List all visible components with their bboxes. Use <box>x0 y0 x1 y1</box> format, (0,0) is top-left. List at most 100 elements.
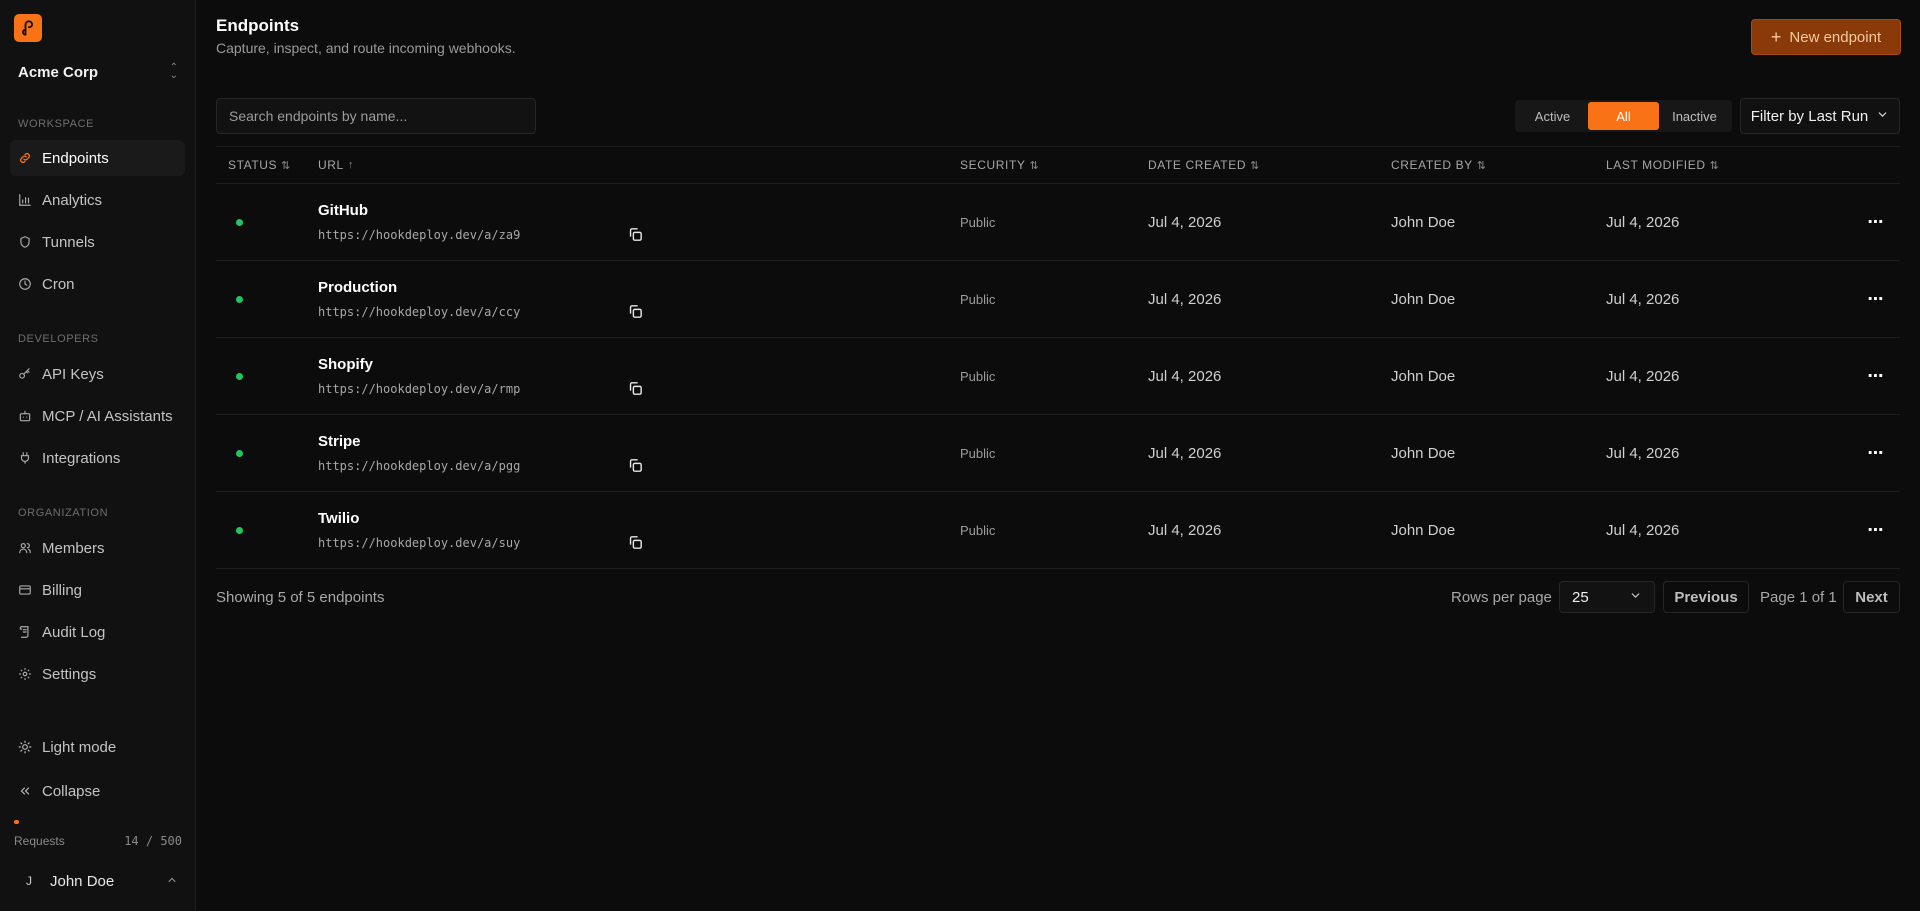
more-options-icon[interactable]: ⋯ <box>1864 443 1888 463</box>
status-active-dot <box>236 527 243 534</box>
segment-inactive[interactable]: Inactive <box>1659 102 1730 130</box>
last-modified-cell: Jul 4, 2026 <box>1606 214 1680 231</box>
showing-count: Showing 5 of 5 endpoints <box>216 589 385 606</box>
column-header-status[interactable]: STATUS ⇅ <box>228 158 291 172</box>
date-created-cell: Jul 4, 2026 <box>1148 522 1222 539</box>
created-by-cell: John Doe <box>1391 445 1456 462</box>
org-name: Acme Corp <box>18 63 99 81</box>
light-mode-toggle[interactable]: Light mode <box>18 736 116 758</box>
last-modified-cell: Jul 4, 2026 <box>1606 368 1680 385</box>
chevron-down-icon <box>1629 589 1642 606</box>
segment-active[interactable]: Active <box>1517 102 1588 130</box>
copy-icon[interactable] <box>627 303 645 321</box>
page-subtitle: Capture, inspect, and route incoming web… <box>216 40 516 56</box>
endpoint-name[interactable]: Shopify <box>318 356 373 373</box>
status-active-dot <box>236 219 243 226</box>
more-options-icon[interactable]: ⋯ <box>1864 212 1888 232</box>
column-label: LAST MODIFIED <box>1606 158 1706 172</box>
sidebar-item-label: Members <box>42 539 105 557</box>
sidebar-item-integrations[interactable]: Integrations <box>10 440 185 476</box>
last-modified-cell: Jul 4, 2026 <box>1606 291 1680 308</box>
sidebar-item-mcp-ai-assistants[interactable]: MCP / AI Assistants <box>10 398 185 434</box>
segment-all[interactable]: All <box>1588 102 1659 130</box>
collapse-label: Collapse <box>42 782 101 800</box>
sidebar-item-analytics[interactable]: Analytics <box>10 182 185 218</box>
sort-icon: ⇅ <box>1029 159 1040 172</box>
column-header-last-modified[interactable]: LAST MODIFIED ⇅ <box>1606 158 1719 172</box>
rows-per-page-select[interactable]: 25 <box>1559 581 1655 613</box>
security-cell: Public <box>960 523 996 538</box>
next-page-button[interactable]: Next <box>1843 581 1900 613</box>
security-cell: Public <box>960 292 996 307</box>
scroll-icon <box>18 625 32 639</box>
endpoint-name[interactable]: Twilio <box>318 510 359 527</box>
users-icon <box>18 541 32 555</box>
sidebar-item-label: Analytics <box>42 191 103 209</box>
sort-ascending-icon: ↑ <box>347 159 354 171</box>
security-cell: Public <box>960 369 996 384</box>
table-row[interactable]: Twilio https://hookdeploy.dev/a/suy Publ… <box>216 492 1900 569</box>
sidebar-item-endpoints[interactable]: Endpoints <box>10 140 185 176</box>
sidebar-item-billing[interactable]: Billing <box>10 572 185 608</box>
rows-per-page-value: 25 <box>1572 588 1589 606</box>
chevron-down-icon <box>1876 108 1889 125</box>
user-menu[interactable]: J John Doe <box>18 870 178 892</box>
new-endpoint-button[interactable]: + New endpoint <box>1751 19 1901 55</box>
table-row[interactable]: Production https://hookdeploy.dev/a/ccy … <box>216 261 1900 338</box>
sidebar-item-label: API Keys <box>42 365 104 383</box>
sidebar-item-cron[interactable]: Cron <box>10 266 185 302</box>
column-header-created-by[interactable]: CREATED BY ⇅ <box>1391 158 1487 172</box>
endpoint-url: https://hookdeploy.dev/a/za9 <box>318 228 521 242</box>
key-icon <box>18 367 32 381</box>
chevron-up-down-icon: ⌃ ⌄ <box>169 62 178 81</box>
table-row[interactable]: Shopify https://hookdeploy.dev/a/rmp Pub… <box>216 338 1900 415</box>
created-by-cell: John Doe <box>1391 214 1456 231</box>
usage-label: Requests <box>14 834 65 848</box>
copy-icon[interactable] <box>627 534 645 552</box>
date-created-cell: Jul 4, 2026 <box>1148 368 1222 385</box>
status-segmented-control: Active All Inactive <box>1515 100 1732 132</box>
page-title: Endpoints <box>216 16 300 35</box>
more-options-icon[interactable]: ⋯ <box>1864 289 1888 309</box>
column-header-date-created[interactable]: DATE CREATED ⇅ <box>1148 158 1260 172</box>
sidebar-item-api-keys[interactable]: API Keys <box>10 356 185 392</box>
table-row[interactable]: GitHub https://hookdeploy.dev/a/za9 Publ… <box>216 184 1900 261</box>
sidebar-item-members[interactable]: Members <box>10 530 185 566</box>
table-header: STATUS ⇅ URL ↑ SECURITY ⇅ DATE CREATED ⇅ CRE… <box>216 146 1900 184</box>
plug-icon <box>18 451 32 465</box>
clock-icon <box>18 277 32 291</box>
copy-icon[interactable] <box>627 380 645 398</box>
user-name: John Doe <box>50 872 115 890</box>
copy-icon[interactable] <box>627 226 645 244</box>
rows-per-page-label: Rows per page <box>1451 589 1552 606</box>
sort-icon: ⇅ <box>281 159 291 172</box>
column-header-security[interactable]: SECURITY ⇅ <box>960 158 1039 172</box>
sidebar-item-settings[interactable]: Settings <box>10 656 185 692</box>
section-label-organization: ORGANIZATION <box>18 507 109 519</box>
previous-page-button[interactable]: Previous <box>1663 581 1749 613</box>
copy-icon[interactable] <box>627 457 645 475</box>
security-cell: Public <box>960 446 996 461</box>
endpoint-name[interactable]: Production <box>318 279 397 296</box>
collapse-button[interactable]: Collapse <box>18 780 100 802</box>
status-active-dot <box>236 373 243 380</box>
bot-icon <box>18 409 32 423</box>
column-header-url[interactable]: URL ↑ <box>318 158 354 172</box>
filter-dropdown[interactable]: Filter by Last Run <box>1740 98 1900 134</box>
sidebar: Acme Corp ⌃ ⌄ WORKSPACE Endpoints Analyti… <box>0 0 196 911</box>
hook-logo-icon[interactable] <box>14 14 42 42</box>
more-options-icon[interactable]: ⋯ <box>1864 520 1888 540</box>
endpoint-name[interactable]: Stripe <box>318 433 361 450</box>
sidebar-item-audit-log[interactable]: Audit Log <box>10 614 185 650</box>
sidebar-item-label: MCP / AI Assistants <box>42 407 173 425</box>
sun-icon <box>18 740 32 754</box>
endpoint-name[interactable]: GitHub <box>318 202 368 219</box>
org-switcher[interactable]: Acme Corp ⌃ ⌄ <box>18 62 178 82</box>
sidebar-item-tunnels[interactable]: Tunnels <box>10 224 185 260</box>
avatar: J <box>26 874 32 888</box>
more-options-icon[interactable]: ⋯ <box>1864 366 1888 386</box>
search-input[interactable] <box>216 98 536 134</box>
table-row[interactable]: Stripe https://hookdeploy.dev/a/pgg Publ… <box>216 415 1900 492</box>
usage-progress-fill <box>14 820 19 824</box>
sort-icon: ⇅ <box>1476 159 1487 172</box>
